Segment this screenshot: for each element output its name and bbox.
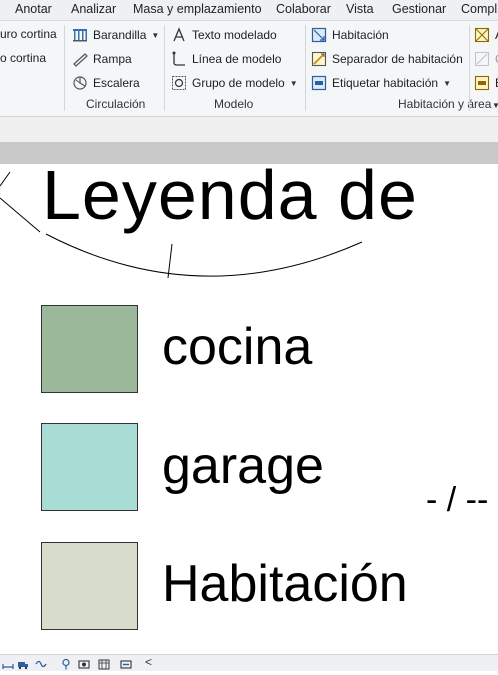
area-boundary-icon [474,51,490,67]
model-text-icon [171,27,187,43]
options-bar [0,117,498,142]
barandilla-label: Barandilla [93,28,147,42]
collapse-icon[interactable]: < [145,655,152,669]
legend-label-habitacion: Habitación [162,555,408,613]
ribbon: uro cortina o cortina Barandilla ▼ Rampa… [0,21,498,117]
legend-label-garage: garage [162,437,324,495]
drawing-canvas[interactable]: Leyenda de cocina garage Habitación - / … [0,164,498,654]
stairs-icon [72,75,88,91]
habitacion-label: Habitación [332,28,389,42]
view-control-bar: < [0,654,498,671]
chevron-down-icon[interactable]: ▼ [492,101,498,110]
chevron-down-icon[interactable]: ▼ [443,79,451,88]
panel-title-habitacion-area: Habitación y área [398,97,492,111]
legend-label-cocina: cocina [162,318,313,376]
menu-complementos[interactable]: Compl [461,2,497,16]
network-icon[interactable] [98,657,110,670]
grupo-de-modelo-button[interactable]: Grupo de modelo ▼ [171,75,298,91]
separador-habitacion-button[interactable]: Separador de habitación [311,51,463,67]
legend-title: Leyenda de [42,164,418,234]
menu-bar: Anotar Analizar Masa y emplazamiento Col… [0,0,498,21]
color-swatch-habitacion [41,542,138,630]
panel-title-modelo: Modelo [214,97,254,111]
muro-cortina-label: uro cortina [0,27,57,41]
tag-room-icon [311,75,327,91]
railing-icon [72,27,88,43]
habitacion-button[interactable]: Habitación [311,27,389,43]
barandilla-button[interactable]: Barandilla ▼ [72,27,159,43]
panel-separator [305,25,306,111]
escalera-button[interactable]: Escalera [72,75,140,91]
model-line-icon [171,51,187,67]
panel-separator [164,25,165,111]
truck-icon[interactable] [17,657,29,670]
dimension-icon[interactable] [2,657,14,669]
menu-anotar[interactable]: Anotar [15,2,52,16]
etiquetar-habitacion-button[interactable]: Etiquetar habitación ▼ [311,75,451,91]
room-separator-icon [311,51,327,67]
panel-separator [469,25,470,111]
grupo-de-modelo-label: Grupo de modelo [192,76,285,90]
area-boundary-button[interactable]: C [474,51,498,67]
linea-de-modelo-label: Línea de modelo [192,52,282,66]
texto-modelado-label: Texto modelado [192,28,277,42]
model-group-icon [171,75,187,91]
tag-area-button[interactable]: E [474,75,498,91]
menu-gestionar[interactable]: Gestionar [392,2,446,16]
dimension-text: - / -- [426,481,489,519]
separador-habitacion-label: Separador de habitación [332,52,463,66]
color-swatch-garage [41,423,138,511]
area-button[interactable]: A [474,27,498,43]
ramp-icon [72,51,88,67]
panel-separator [64,25,65,111]
rejilla-cortina-label: o cortina [0,51,47,65]
menu-colaborar[interactable]: Colaborar [276,2,331,16]
menu-analizar[interactable]: Analizar [71,2,116,16]
area-icon [474,27,490,43]
rejilla-cortina-button[interactable]: o cortina [0,51,46,65]
panel-title-circulacion: Circulación [86,97,146,111]
linea-de-modelo-button[interactable]: Línea de modelo [171,51,281,67]
chevron-down-icon[interactable]: ▼ [151,31,159,40]
etiquetar-habitacion-label: Etiquetar habitación [332,76,439,90]
rampa-label: Rampa [93,52,132,66]
escalera-label: Escalera [93,76,140,90]
rampa-button[interactable]: Rampa [72,51,132,67]
view-tab-bar [0,142,498,164]
color-swatch-cocina [41,305,138,393]
tag-icon[interactable] [120,657,132,669]
menu-masa-emplazamiento[interactable]: Masa y emplazamiento [133,2,262,16]
pin-icon[interactable] [60,657,72,670]
texto-modelado-button[interactable]: Texto modelado [171,27,277,43]
link-icon[interactable] [35,657,47,669]
chevron-down-icon[interactable]: ▼ [290,79,298,88]
camera-icon[interactable] [78,657,90,669]
muro-cortina-button[interactable]: uro cortina [0,27,57,41]
menu-vista[interactable]: Vista [346,2,374,16]
tag-area-icon [474,75,490,91]
room-icon [311,27,327,43]
